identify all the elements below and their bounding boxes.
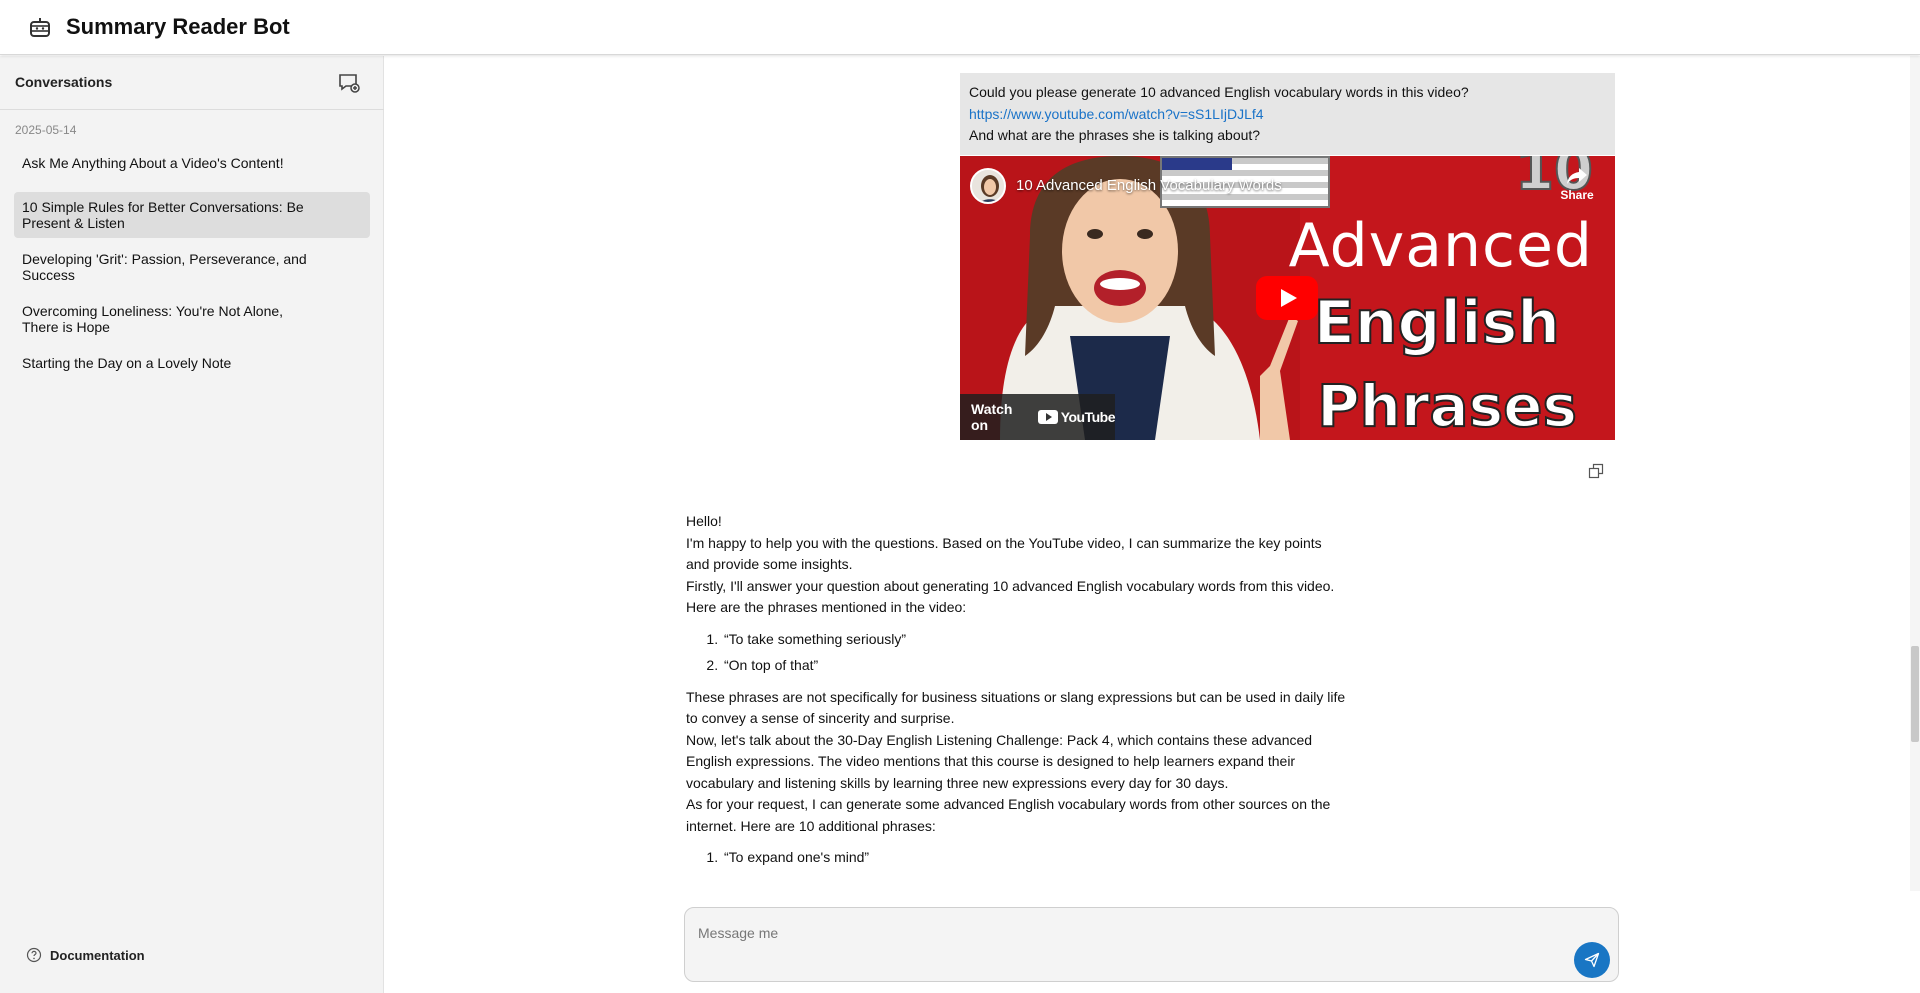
documentation-label: Documentation [50,947,145,963]
youtube-embed[interactable]: 10 Advanced English Phrases 10 Advanced … [960,156,1615,440]
bot-paragraph: Now, let's talk about the 30-Day English… [686,731,1313,791]
conversation-item-label: 10 Simple Rules for Better Conversations… [22,199,304,231]
scrollbar-thumb[interactable] [1911,646,1919,742]
conversation-item[interactable]: Ask Me Anything About a Video's Content! [14,150,370,176]
share-label: Share [1560,188,1594,202]
conversation-item[interactable]: Overcoming Loneliness: You're Not Alone,… [14,296,370,342]
robot-icon [30,18,50,37]
send-icon [1584,952,1600,968]
watch-on-youtube-button[interactable]: Watch on YouTube [960,394,1116,440]
conversation-item-label: Starting the Day on a Lovely Note [22,355,232,371]
user-message: Could you please generate 10 advanced En… [960,73,1615,155]
user-message-line: And what are the phrases she is talking … [969,127,1261,143]
conversation-item[interactable]: Starting the Day on a Lovely Note [14,348,370,378]
list-item: “To expand one's mind” [722,847,1346,869]
bot-paragraph: As for your request, I can generate some… [686,796,1331,834]
conversation-item[interactable]: Developing 'Grit': Passion, Perseverance… [14,244,370,290]
thumbnail-text-advanced: Advanced [1288,211,1593,281]
share-icon [1567,168,1587,184]
bot-paragraph: Firstly, I'll answer your question about… [686,577,1335,616]
bot-paragraph: Hello! [686,513,722,529]
thumbnail-text-english: English [1313,287,1561,359]
user-message-line: Could you please generate 10 advanced En… [969,84,1469,100]
phrase-list: “To expand one's mind” [722,847,1346,869]
app-title: Summary Reader Bot [66,14,290,39]
documentation-link[interactable]: Documentation [26,947,145,963]
play-button-icon[interactable] [1256,276,1318,320]
app-header: Summary Reader Bot [0,0,1920,55]
copy-icon[interactable] [1588,463,1604,479]
conversations-title: Conversations [15,74,113,90]
phrase-list: “To take something seriously” “On top of… [722,629,1346,677]
bot-paragraph: These phrases are not specifically for b… [686,688,1346,727]
sidebar: Conversations 2025-05-14 Ask Me Anything… [0,56,384,993]
thumbnail-text-phrases: Phrases [1316,371,1578,440]
new-chat-icon[interactable] [337,71,361,95]
bot-paragraph: I'm happy to help you with the questions… [686,534,1322,573]
chat-area: Could you please generate 10 advanced En… [385,56,1920,993]
chat-scrollbar[interactable] [1910,56,1920,891]
conversation-item-label: Overcoming Loneliness: You're Not Alone,… [22,303,284,335]
conversation-item-label: Developing 'Grit': Passion, Perseverance… [22,251,307,283]
video-title[interactable]: 10 Advanced English Vocabulary Words [1016,177,1282,194]
message-composer [684,907,1619,982]
youtube-logo: YouTube [1037,409,1116,425]
conversations-header: Conversations [0,56,384,110]
watch-on-label: Watch on [971,401,1013,433]
date-group-label: 2025-05-14 [15,123,77,137]
list-item: “To take something seriously” [722,629,1346,651]
youtube-wordmark: YouTube [1060,409,1116,425]
conversation-item-label: Ask Me Anything About a Video's Content! [22,155,284,171]
youtube-logo-icon [1037,410,1058,424]
video-link[interactable]: https://www.youtube.com/watch?v=sS1LIjDJ… [969,106,1264,122]
bot-message: Hello! I'm happy to help you with the qu… [686,511,1346,879]
help-icon [26,947,42,963]
list-item: “On top of that” [722,655,1346,677]
channel-avatar[interactable] [970,168,1006,204]
share-button[interactable]: Share [1555,166,1599,202]
conversation-item-active[interactable]: 10 Simple Rules for Better Conversations… [14,192,370,238]
message-input[interactable] [698,922,1498,944]
send-button[interactable] [1574,942,1610,978]
